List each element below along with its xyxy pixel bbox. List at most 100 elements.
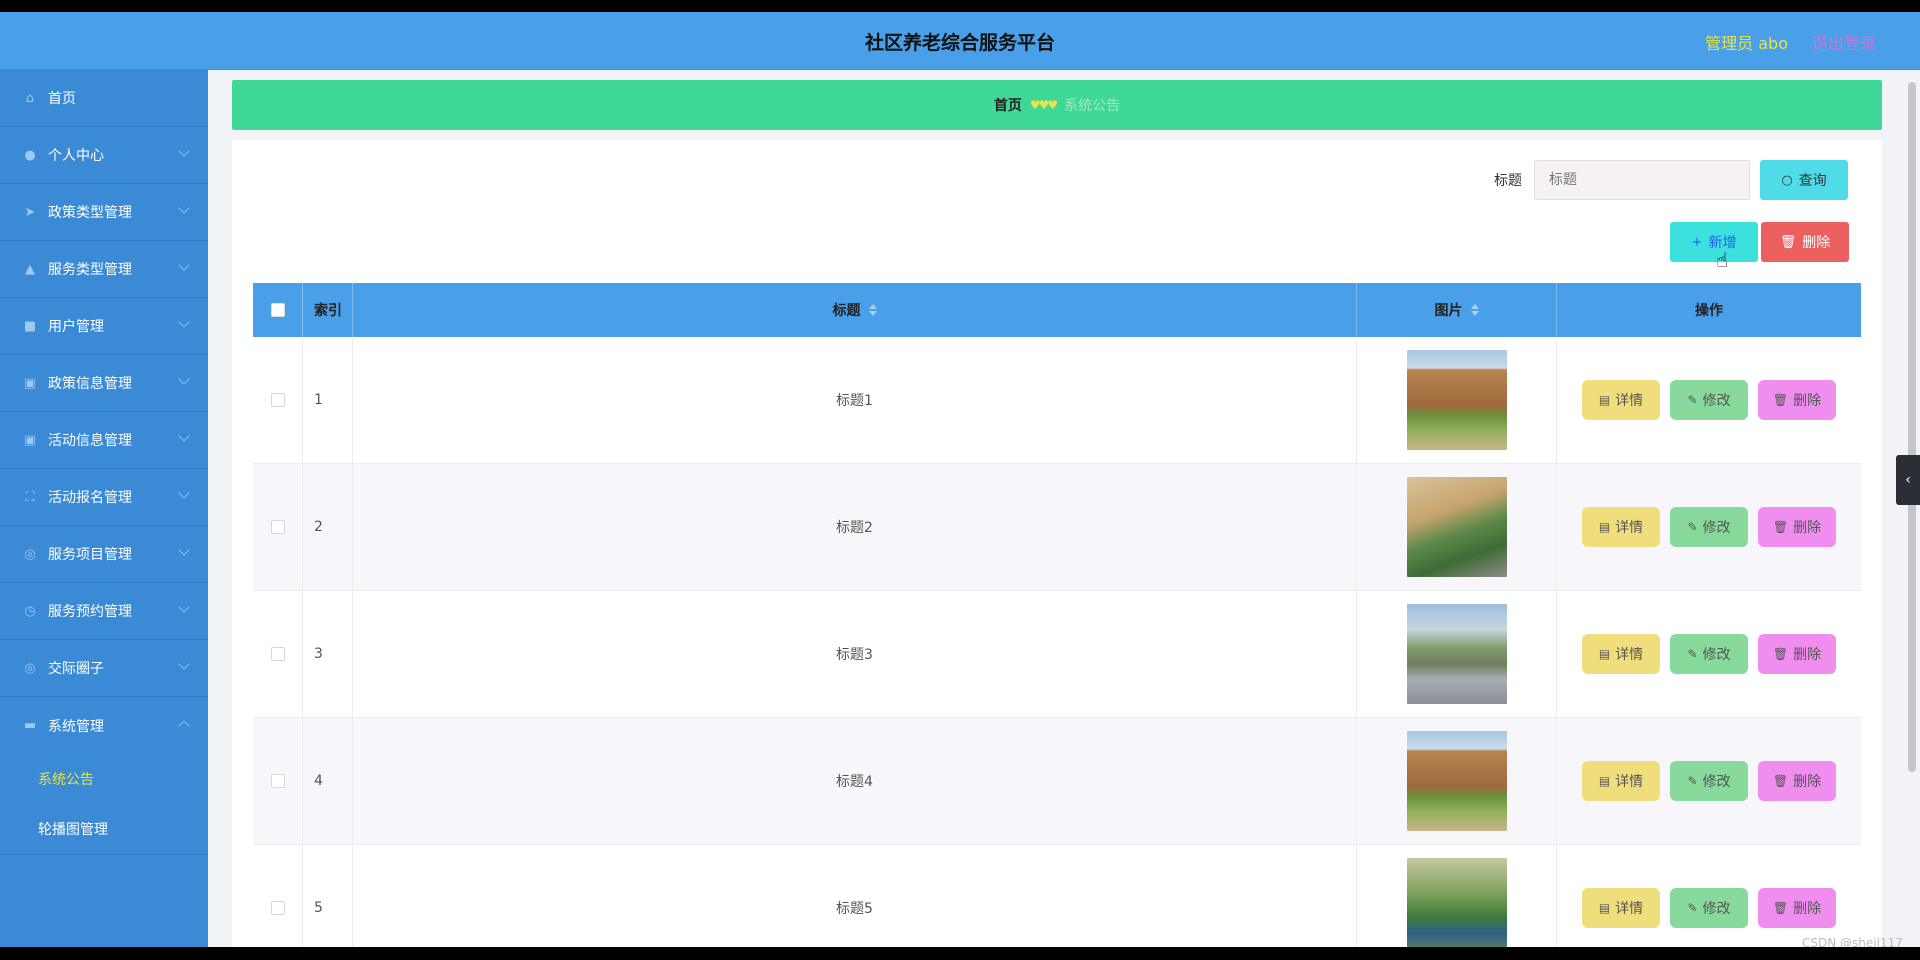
edit-button[interactable]: ✎ 修改: [1670, 507, 1748, 547]
row-checkbox[interactable]: [270, 774, 285, 788]
sort-icon[interactable]: [1470, 304, 1479, 316]
collapse-panel-toggle[interactable]: ‹: [1896, 455, 1920, 505]
sidebar-item-activity-info[interactable]: ▣ 活动信息管理: [0, 412, 208, 469]
delete-button[interactable]: 🗑 删除: [1758, 380, 1836, 420]
row-checkbox-cell: [253, 718, 303, 844]
column-header-title[interactable]: 标题: [353, 283, 1357, 337]
row-index: 1: [303, 337, 353, 463]
sidebar-item-home[interactable]: ⌂ 首页: [0, 70, 208, 127]
breadcrumb-home[interactable]: 首页: [994, 95, 1022, 115]
row-thumbnail-image[interactable]: [1406, 604, 1507, 704]
sidebar-item-policy-types[interactable]: ➤ 政策类型管理: [0, 184, 208, 241]
row-checkbox[interactable]: [270, 901, 285, 915]
sort-icon[interactable]: [868, 304, 877, 316]
user-icon: ●: [24, 147, 36, 163]
top-header: 社区养老综合服务平台 管理员 abo 退出登录: [0, 12, 1920, 70]
plus-icon: +: [1691, 234, 1703, 250]
detail-button-label: 详情: [1615, 647, 1644, 663]
sidebar-item-label: 政策信息管理: [48, 376, 132, 392]
chevron-down-icon: [178, 202, 190, 214]
detail-button[interactable]: ▤ 详情: [1582, 507, 1660, 547]
sidebar-item-profile[interactable]: ● 个人中心: [0, 127, 208, 184]
table-row: 3 标题3 ▤ 详情 ✎ 修改 🗑 删除: [253, 591, 1861, 718]
query-button-label: 查询: [1798, 173, 1827, 189]
edit-button-label: 修改: [1702, 520, 1731, 536]
row-thumbnail-image[interactable]: [1406, 350, 1507, 450]
select-all-checkbox[interactable]: [270, 303, 285, 317]
add-button[interactable]: + 新增: [1670, 222, 1758, 262]
page-scrollbar[interactable]: [1908, 82, 1916, 772]
row-thumbnail-image[interactable]: [1406, 858, 1507, 947]
batch-delete-button[interactable]: 🗑 删除: [1761, 222, 1849, 262]
column-header-actions: 操作: [1695, 303, 1723, 319]
sidebar-item-system[interactable]: ▬ 系统管理: [0, 697, 208, 754]
edit-button[interactable]: ✎ 修改: [1670, 888, 1748, 928]
sidebar: ⌂ 首页 ● 个人中心 ➤ 政策类型管理 ▲ 服务类型管理 ■ 用户管理 ▣ 政…: [0, 70, 208, 947]
pencil-icon: ✎: [1687, 520, 1698, 534]
pencil-icon: ✎: [1687, 393, 1698, 407]
delete-button[interactable]: 🗑 删除: [1758, 888, 1836, 928]
sidebar-item-label: 活动信息管理: [48, 433, 132, 449]
detail-button[interactable]: ▤ 详情: [1582, 888, 1660, 928]
detail-button[interactable]: ▤ 详情: [1582, 380, 1660, 420]
sidebar-item-label: 系统管理: [48, 718, 104, 735]
sidebar-item-activity-signup[interactable]: ⛶ 活动报名管理: [0, 469, 208, 526]
sidebar-item-label: 政策类型管理: [48, 205, 132, 221]
compass-icon: ◎: [24, 660, 36, 676]
logout-link[interactable]: 退出登录: [1812, 30, 1876, 54]
submenu-item-announcements[interactable]: 系统公告: [0, 754, 208, 804]
delete-button[interactable]: 🗑 删除: [1758, 507, 1836, 547]
submenu-item-carousel[interactable]: 轮播图管理: [0, 804, 208, 854]
trash-icon: 🗑: [1772, 901, 1789, 915]
detail-button[interactable]: ▤ 详情: [1582, 761, 1660, 801]
edit-button[interactable]: ✎ 修改: [1670, 380, 1748, 420]
breadcrumb: 首页 ♥♥♥ 系统公告: [232, 80, 1882, 130]
chevron-down-icon: [178, 259, 190, 271]
delete-button-label: 删除: [1793, 393, 1822, 409]
row-index: 5: [303, 845, 353, 947]
search-icon: ○: [1781, 172, 1793, 188]
row-thumbnail-image[interactable]: [1406, 477, 1507, 577]
search-input[interactable]: [1534, 160, 1750, 200]
column-header-index: 索引: [303, 283, 353, 337]
clipboard-icon: ▣: [23, 432, 37, 448]
chevron-down-icon: [178, 658, 190, 670]
chevron-down-icon: [178, 145, 190, 157]
detail-button[interactable]: ▤ 详情: [1582, 634, 1660, 674]
delete-button-label: 删除: [1793, 520, 1822, 536]
chevron-down-icon: [178, 544, 190, 556]
delete-button[interactable]: 🗑 删除: [1758, 634, 1836, 674]
thumbs-up-icon: ▲: [25, 261, 35, 277]
table-row: 2 标题2 ▤ 详情 ✎ 修改 🗑 删除: [253, 464, 1861, 591]
chevron-down-icon: [178, 487, 190, 499]
sidebar-item-users[interactable]: ■ 用户管理: [0, 298, 208, 355]
pencil-icon: ✎: [1687, 774, 1698, 788]
sidebar-item-service-types[interactable]: ▲ 服务类型管理: [0, 241, 208, 298]
delete-button[interactable]: 🗑 删除: [1758, 761, 1836, 801]
sidebar-item-social-circle[interactable]: ◎ 交际圈子: [0, 640, 208, 697]
sidebar-item-label: 服务类型管理: [48, 262, 132, 278]
chevron-down-icon: [178, 430, 190, 442]
row-checkbox[interactable]: [270, 520, 285, 534]
heart-separator-icon: ♥♥♥: [1029, 98, 1058, 112]
column-header-image[interactable]: 图片: [1357, 283, 1557, 337]
edit-button[interactable]: ✎ 修改: [1670, 634, 1748, 674]
edit-button[interactable]: ✎ 修改: [1670, 761, 1748, 801]
document-icon: ▤: [1598, 520, 1611, 534]
row-title: 标题2: [353, 464, 1357, 590]
row-checkbox[interactable]: [270, 393, 285, 407]
sidebar-item-service-booking[interactable]: ◷ 服务预约管理: [0, 583, 208, 640]
sidebar-item-label: 活动报名管理: [48, 490, 132, 506]
sidebar-item-label: 服务预约管理: [48, 604, 132, 620]
delete-button-label: 删除: [1793, 774, 1822, 790]
row-checkbox[interactable]: [270, 647, 285, 661]
platform-title: 社区养老综合服务平台: [864, 32, 1055, 54]
query-button[interactable]: ○ 查询: [1760, 160, 1848, 200]
document-icon: ▤: [1598, 901, 1611, 915]
sidebar-item-policy-info[interactable]: ▣ 政策信息管理: [0, 355, 208, 412]
system-submenu: 系统公告 轮播图管理: [0, 754, 208, 855]
sidebar-item-service-projects[interactable]: ◎ 服务项目管理: [0, 526, 208, 583]
row-image-cell: [1357, 464, 1557, 590]
row-thumbnail-image[interactable]: [1406, 731, 1507, 831]
row-checkbox-cell: [253, 591, 303, 717]
